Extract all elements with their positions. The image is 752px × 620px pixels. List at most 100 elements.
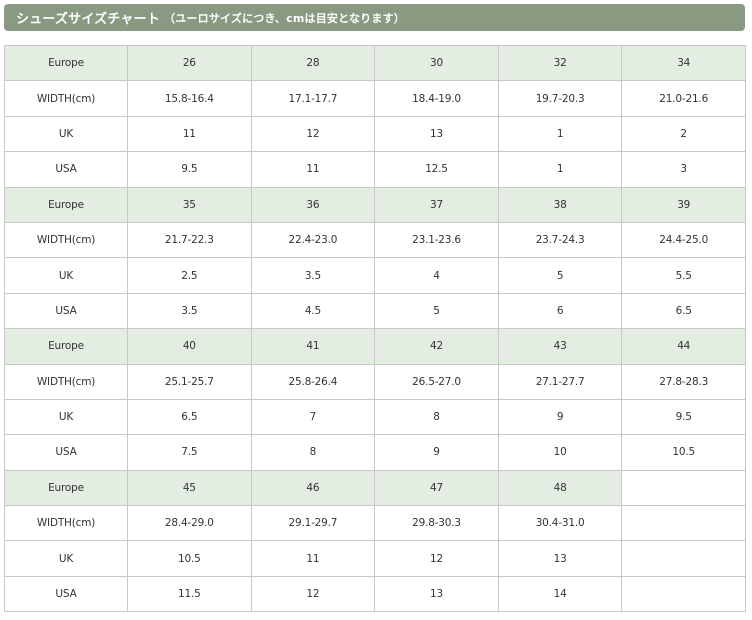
row-header-cell: WIDTH(cm) <box>4 221 128 259</box>
row-header-cell: Europe <box>4 328 128 365</box>
size-cell: 13 <box>497 540 623 577</box>
size-cell: 3.5 <box>127 292 252 330</box>
size-cell: 27.8-28.3 <box>621 363 746 400</box>
size-cell: 14 <box>497 575 623 613</box>
size-cell: 26.5-27.0 <box>374 363 499 400</box>
usa-size-row: USA 7.5 8 9 10 10.5 <box>4 434 746 471</box>
size-cell: 25.1-25.7 <box>127 363 252 400</box>
size-cell: 15.8-16.4 <box>127 80 252 117</box>
size-cell: 23.1-23.6 <box>374 221 499 259</box>
size-cell <box>621 575 746 613</box>
size-cell: 29.1-29.7 <box>250 505 376 542</box>
size-cell: 19.7-20.3 <box>497 80 623 117</box>
size-cell: 12 <box>250 115 376 153</box>
size-cell: 11 <box>127 115 252 153</box>
size-chart-title-bar: シューズサイズチャート （ユーロサイズにつき、cmは目安となります） <box>4 4 745 31</box>
size-cell: 34 <box>621 44 746 82</box>
size-cell: 35 <box>127 186 252 223</box>
europe-size-row: Europe 26 28 30 32 34 <box>4 44 746 82</box>
size-cell: 40 <box>127 328 252 365</box>
size-cell: 2.5 <box>127 257 252 294</box>
size-cell: 11.5 <box>127 575 252 613</box>
size-cell: 22.4-23.0 <box>250 221 376 259</box>
row-header-cell: Europe <box>4 44 128 82</box>
size-cell: 8 <box>374 398 499 436</box>
size-cell: 1 <box>497 151 623 188</box>
size-cell: 4 <box>374 257 499 294</box>
size-cell: 4.5 <box>250 292 376 330</box>
size-cell <box>621 505 746 542</box>
size-cell: 25.8-26.4 <box>250 363 376 400</box>
size-cell: 28 <box>250 44 376 82</box>
size-cell: 26 <box>127 44 252 82</box>
size-cell: 5.5 <box>621 257 746 294</box>
size-cell: 28.4-29.0 <box>127 505 252 542</box>
row-header-cell: UK <box>4 115 128 153</box>
size-cell: 29.8-30.3 <box>374 505 499 542</box>
size-cell: 21.0-21.6 <box>621 80 746 117</box>
size-cell: 48 <box>497 469 623 507</box>
size-cell <box>621 469 746 507</box>
row-header-cell: UK <box>4 257 128 294</box>
size-cell: 24.4-25.0 <box>621 221 746 259</box>
size-cell: 8 <box>250 434 376 471</box>
europe-size-row: Europe 40 41 42 43 44 <box>4 328 746 365</box>
row-header-cell: WIDTH(cm) <box>4 363 128 400</box>
size-cell: 41 <box>250 328 376 365</box>
usa-size-row: USA 9.5 11 12.5 1 3 <box>4 151 746 188</box>
row-header-cell: USA <box>4 575 128 613</box>
size-cell: 42 <box>374 328 499 365</box>
uk-size-row: UK 11 12 13 1 2 <box>4 115 746 153</box>
width-cm-row: WIDTH(cm) 21.7-22.3 22.4-23.0 23.1-23.6 23.7… <box>4 221 746 259</box>
row-header-cell: Europe <box>4 186 128 223</box>
size-cell: 21.7-22.3 <box>127 221 252 259</box>
size-cell: 5 <box>497 257 623 294</box>
size-cell: 32 <box>497 44 623 82</box>
size-cell: 38 <box>497 186 623 223</box>
usa-size-row: USA 3.5 4.5 5 6 6.5 <box>4 292 746 330</box>
size-chart-title: シューズサイズチャート <box>16 12 161 27</box>
size-cell: 9.5 <box>621 398 746 436</box>
size-cell: 10.5 <box>621 434 746 471</box>
size-cell: 7.5 <box>127 434 252 471</box>
size-cell: 43 <box>497 328 623 365</box>
size-cell: 12 <box>374 540 499 577</box>
row-header-cell: UK <box>4 398 128 436</box>
shoe-size-table: Europe 26 28 30 32 34 WIDTH(cm) 15.8-16.4 17.1-1… <box>4 44 746 613</box>
size-cell: 9 <box>374 434 499 471</box>
size-cell: 6 <box>497 292 623 330</box>
row-header-cell: UK <box>4 540 128 577</box>
usa-size-row: USA 11.5 12 13 14 <box>4 575 746 613</box>
row-header-cell: Europe <box>4 469 128 507</box>
size-cell: 47 <box>374 469 499 507</box>
size-cell: 3 <box>621 151 746 188</box>
row-header-cell: WIDTH(cm) <box>4 80 128 117</box>
size-cell: 3.5 <box>250 257 376 294</box>
size-cell: 39 <box>621 186 746 223</box>
size-cell: 5 <box>374 292 499 330</box>
size-cell: 10 <box>497 434 623 471</box>
size-cell: 7 <box>250 398 376 436</box>
size-cell: 2 <box>621 115 746 153</box>
size-cell: 44 <box>621 328 746 365</box>
size-cell: 12 <box>250 575 376 613</box>
size-cell: 9.5 <box>127 151 252 188</box>
size-cell: 45 <box>127 469 252 507</box>
uk-size-row: UK 10.5 11 12 13 <box>4 540 746 577</box>
row-header-cell: USA <box>4 292 128 330</box>
row-header-cell: USA <box>4 434 128 471</box>
size-cell: 12.5 <box>374 151 499 188</box>
europe-size-row: Europe 35 36 37 38 39 <box>4 186 746 223</box>
size-cell: 13 <box>374 575 499 613</box>
row-header-cell: USA <box>4 151 128 188</box>
uk-size-row: UK 2.5 3.5 4 5 5.5 <box>4 257 746 294</box>
size-cell: 46 <box>250 469 376 507</box>
size-cell: 27.1-27.7 <box>497 363 623 400</box>
size-cell: 37 <box>374 186 499 223</box>
width-cm-row: WIDTH(cm) 25.1-25.7 25.8-26.4 26.5-27.0 27.1… <box>4 363 746 400</box>
size-chart-note: （ユーロサイズにつき、cmは目安となります） <box>164 11 405 25</box>
size-cell: 10.5 <box>127 540 252 577</box>
size-cell: 13 <box>374 115 499 153</box>
row-header-cell: WIDTH(cm) <box>4 505 128 542</box>
size-cell: 1 <box>497 115 623 153</box>
